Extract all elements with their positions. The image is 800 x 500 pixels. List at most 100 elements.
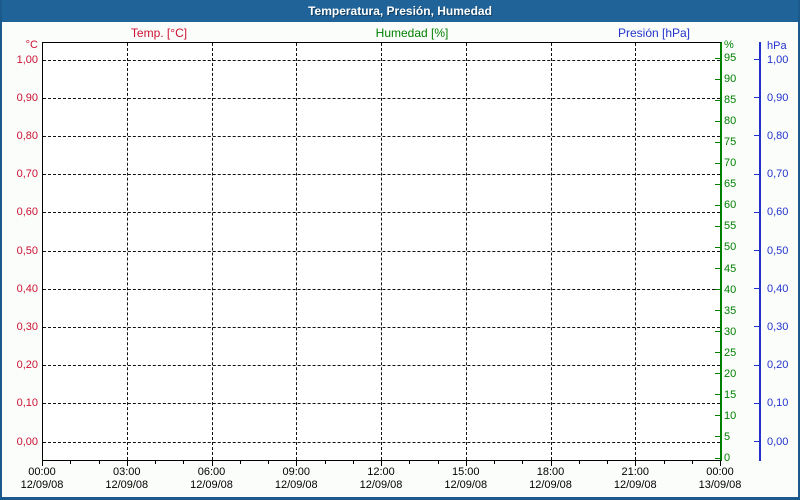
pressure-axis-tick	[754, 173, 759, 175]
pressure-axis-tick-label: 0,50	[767, 244, 789, 257]
x-axis-minor-tick	[437, 461, 439, 464]
x-axis-minor-tick	[98, 461, 100, 464]
x-axis-minor-tick	[324, 461, 326, 464]
pressure-axis-tick	[754, 441, 759, 442]
x-axis-time-label: 21:00	[621, 466, 650, 478]
humidity-axis-tick-label: 65	[724, 178, 737, 191]
x-axis-major-tick	[635, 461, 637, 466]
x-axis-date-label: 12/09/08	[613, 479, 657, 491]
x-axis-time-label: 00:00	[28, 466, 56, 478]
temp-axis-tick-label: 0,00	[16, 435, 38, 448]
x-axis-time-label: 18:00	[536, 466, 565, 478]
x-axis-major-tick	[126, 461, 128, 466]
temp-axis-tick-label: 1,00	[16, 53, 38, 66]
pressure-axis-tick	[754, 364, 759, 366]
temp-axis-tick-label: 0,40	[16, 282, 38, 295]
x-axis-major-tick	[296, 461, 298, 466]
legend-temperature: Temp. [°C]	[130, 26, 188, 40]
x-axis-major-tick	[550, 461, 552, 466]
x-axis-major-tick	[465, 461, 467, 466]
humidity-axis-tick-label: 10	[724, 409, 737, 422]
temp-axis-tick-label: 0,30	[16, 320, 38, 333]
x-axis-minor-tick	[522, 461, 524, 464]
x-axis-minor-tick	[663, 461, 665, 464]
gridline-vertical	[635, 43, 637, 460]
x-axis-date-label: 13/09/08	[698, 479, 742, 491]
x-axis-minor-tick	[268, 461, 269, 464]
window-title: Temperatura, Presión, Humedad	[308, 4, 492, 18]
humidity-axis-tick-label: 75	[724, 136, 737, 149]
x-axis-date-label: 12/09/08	[190, 479, 233, 491]
temp-axis-tick-label: 0,70	[16, 168, 38, 181]
x-axis-date-label: 12/09/08	[359, 479, 403, 491]
pressure-axis-tick-label: 0,90	[767, 91, 789, 104]
x-axis-major-tick	[211, 461, 213, 466]
gridline-vertical	[465, 43, 467, 460]
temp-axis-tick-label: 0,60	[16, 206, 38, 219]
x-axis-date-label: 12/09/08	[105, 479, 149, 491]
humidity-axis-tick-label: 5	[724, 430, 731, 443]
temp-axis-tick-label: 0,80	[16, 129, 38, 142]
gridline-vertical	[126, 43, 128, 460]
pressure-axis-tick	[754, 402, 759, 404]
pressure-axis-tick	[754, 97, 759, 99]
pressure-axis-tick-label: 0,30	[767, 320, 789, 333]
gridline-vertical	[296, 43, 298, 460]
humidity-axis-tick-label: 35	[724, 304, 737, 317]
humidity-axis-tick-label: 90	[724, 73, 737, 86]
x-axis-time-label: 06:00	[197, 466, 226, 478]
chart-window: Temperatura, Presión, Humedad Temp. [°C]…	[0, 0, 800, 500]
legend-humidity: Humedad [%]	[375, 26, 449, 40]
x-axis-minor-tick	[607, 461, 608, 464]
x-axis-time-label: 03:00	[112, 466, 141, 478]
humidity-axis-tick-label: 70	[724, 157, 737, 170]
x-axis-time-label: 00:00	[706, 466, 734, 478]
humidity-axis-tick-label: 55	[724, 220, 737, 233]
humidity-axis-tick-label: 80	[724, 115, 737, 128]
x-axis-date-label: 12/09/08	[274, 479, 318, 491]
pressure-axis-tick	[754, 288, 759, 290]
humidity-axis-tick-label: 50	[724, 241, 737, 254]
temp-axis-tick-label: 0,20	[16, 359, 38, 372]
x-axis-minor-tick	[183, 461, 185, 464]
pressure-axis-unit-label: hPa	[767, 40, 787, 52]
pressure-axis-tick-label: 0,60	[767, 206, 789, 219]
pressure-axis-tick-label: 1,00	[767, 53, 789, 66]
x-axis-minor-tick	[409, 461, 411, 464]
humidity-axis-tick-label: 45	[724, 262, 737, 275]
pressure-axis-tick	[754, 211, 759, 213]
x-axis-minor-tick	[578, 461, 580, 464]
humidity-axis-tick-label: 15	[724, 388, 737, 401]
plot-area	[42, 42, 722, 461]
x-axis-date-label: 12/09/08	[529, 479, 572, 491]
x-axis-time-label: 09:00	[282, 466, 311, 478]
pressure-axis-tick-label: 0,80	[767, 129, 789, 142]
gridline-vertical	[381, 43, 382, 460]
pressure-axis-line	[759, 42, 761, 461]
x-axis-minor-tick	[155, 461, 156, 464]
x-axis-minor-tick	[70, 461, 72, 464]
pressure-axis-tick	[754, 135, 759, 137]
x-axis-minor-tick	[691, 461, 693, 464]
humidity-axis-tick-label: 30	[724, 325, 737, 338]
legend-pressure: Presión [hPa]	[617, 26, 691, 40]
humidity-axis-tick-label: 20	[724, 367, 737, 380]
x-axis-minor-tick	[494, 461, 495, 464]
pressure-axis-tick	[754, 326, 759, 328]
pressure-axis-tick-label: 0,20	[767, 359, 789, 372]
x-axis-major-tick	[42, 461, 43, 466]
temp-axis-tick-label: 0,50	[16, 244, 38, 257]
humidity-axis-tick-label: 0	[724, 452, 731, 464]
x-axis-time-label: 15:00	[451, 466, 480, 478]
x-axis-minor-tick	[239, 461, 241, 464]
pressure-axis-tick-label: 0,70	[767, 168, 789, 181]
humidity-axis-tick-label: 95	[724, 52, 737, 64]
pressure-axis-tick	[754, 250, 759, 251]
x-axis-time-label: 12:00	[367, 466, 395, 478]
humidity-axis-tick-label: 25	[724, 346, 737, 359]
pressure-axis-tick-label: 0,10	[767, 397, 789, 410]
temp-axis-unit-label: °C	[25, 39, 38, 51]
pressure-axis-tick	[754, 59, 759, 60]
x-axis-major-tick	[720, 461, 721, 466]
humidity-axis-tick-label: 85	[724, 94, 737, 107]
